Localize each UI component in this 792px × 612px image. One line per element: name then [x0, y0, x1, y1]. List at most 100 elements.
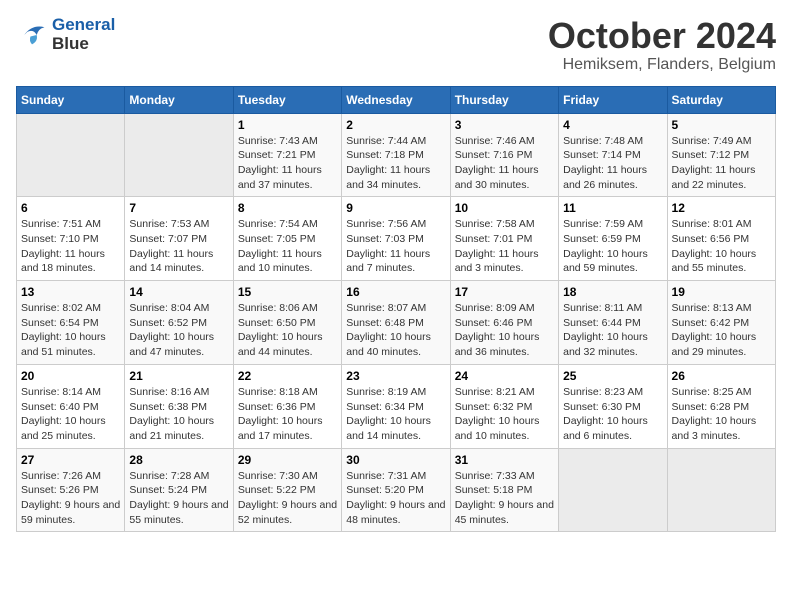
day-number: 14: [129, 285, 228, 299]
sunset-text: Sunset: 7:12 PM: [672, 148, 771, 163]
calendar-cell: 30Sunrise: 7:31 AMSunset: 5:20 PMDayligh…: [342, 448, 450, 532]
sunrise-text: Sunrise: 7:59 AM: [563, 217, 662, 232]
sunset-text: Sunset: 6:36 PM: [238, 400, 337, 415]
sunrise-text: Sunrise: 7:43 AM: [238, 134, 337, 149]
sunset-text: Sunset: 6:34 PM: [346, 400, 445, 415]
calendar-cell: 24Sunrise: 8:21 AMSunset: 6:32 PMDayligh…: [450, 364, 558, 448]
daylight-text: Daylight: 10 hours and 47 minutes.: [129, 330, 228, 359]
day-info: Sunrise: 8:21 AMSunset: 6:32 PMDaylight:…: [455, 385, 554, 444]
sunset-text: Sunset: 6:50 PM: [238, 316, 337, 331]
sunset-text: Sunset: 6:28 PM: [672, 400, 771, 415]
calendar-cell: 17Sunrise: 8:09 AMSunset: 6:46 PMDayligh…: [450, 281, 558, 365]
day-number: 20: [21, 369, 120, 383]
sunrise-text: Sunrise: 7:30 AM: [238, 469, 337, 484]
calendar-week-row: 20 Sunrise: 8:14 AMSunset: 6:40 PMDayligh…: [17, 364, 776, 448]
daylight-text: Daylight: 9 hours and 55 minutes.: [129, 498, 228, 527]
day-number: 9: [346, 201, 445, 215]
day-info: Sunrise: 8:04 AMSunset: 6:52 PMDaylight:…: [129, 301, 228, 360]
sunset-text: Sunset: 6:59 PM: [563, 232, 662, 247]
calendar-cell: 4Sunrise: 7:48 AMSunset: 7:14 PMDaylight…: [559, 113, 667, 197]
sunrise-text: Sunrise: 8:04 AM: [129, 301, 228, 316]
daylight-text: Daylight: 10 hours and 21 minutes.: [129, 414, 228, 443]
calendar-cell: 15Sunrise: 8:06 AMSunset: 6:50 PMDayligh…: [233, 281, 341, 365]
day-info: Sunrise: 8:11 AMSunset: 6:44 PMDaylight:…: [563, 301, 662, 360]
sunrise-text: Sunrise: 8:09 AM: [455, 301, 554, 316]
sunset-text: Sunset: 7:01 PM: [455, 232, 554, 247]
day-number: 6: [21, 201, 120, 215]
sunset-text: Sunset: 5:18 PM: [455, 483, 554, 498]
day-info: Sunrise: 7:59 AMSunset: 6:59 PMDaylight:…: [563, 217, 662, 276]
sunrise-text: Sunrise: 8:21 AM: [455, 385, 554, 400]
sunrise-text: Sunrise: 7:31 AM: [346, 469, 445, 484]
calendar-cell: 2Sunrise: 7:44 AMSunset: 7:18 PMDaylight…: [342, 113, 450, 197]
sunrise-text: Sunrise: 7:53 AM: [129, 217, 228, 232]
sunrise-text: Sunrise: 8:02 AM: [21, 301, 120, 316]
logo-icon: [16, 21, 48, 49]
calendar-week-row: 13Sunrise: 8:02 AMSunset: 6:54 PMDayligh…: [17, 281, 776, 365]
day-number: 11: [563, 201, 662, 215]
sunrise-text: Sunrise: 8:19 AM: [346, 385, 445, 400]
day-number: 13: [21, 285, 120, 299]
daylight-text: Daylight: 9 hours and 45 minutes.: [455, 498, 554, 527]
day-number: 8: [238, 201, 337, 215]
column-header-tuesday: Tuesday: [233, 86, 341, 113]
day-info: Sunrise: 8:14 AMSunset: 6:40 PMDaylight:…: [21, 385, 120, 444]
header: General Blue October 2024 Hemiksem, Flan…: [16, 16, 776, 74]
calendar-cell: 28Sunrise: 7:28 AMSunset: 5:24 PMDayligh…: [125, 448, 233, 532]
sunset-text: Sunset: 7:03 PM: [346, 232, 445, 247]
sunrise-text: Sunrise: 8:06 AM: [238, 301, 337, 316]
day-info: Sunrise: 7:46 AMSunset: 7:16 PMDaylight:…: [455, 134, 554, 193]
day-info: Sunrise: 7:28 AMSunset: 5:24 PMDaylight:…: [129, 469, 228, 528]
day-info: Sunrise: 8:09 AMSunset: 6:46 PMDaylight:…: [455, 301, 554, 360]
daylight-text: Daylight: 9 hours and 59 minutes.: [21, 498, 120, 527]
sunset-text: Sunset: 5:20 PM: [346, 483, 445, 498]
daylight-text: Daylight: 11 hours and 37 minutes.: [238, 163, 337, 192]
day-number: 1: [238, 118, 337, 132]
calendar-week-row: 1Sunrise: 7:43 AMSunset: 7:21 PMDaylight…: [17, 113, 776, 197]
calendar-cell: 14 Sunrise: 8:04 AMSunset: 6:52 PMDayligh…: [125, 281, 233, 365]
calendar-cell: 10Sunrise: 7:58 AMSunset: 7:01 PMDayligh…: [450, 197, 558, 281]
location-subtitle: Hemiksem, Flanders, Belgium: [548, 56, 776, 74]
column-header-thursday: Thursday: [450, 86, 558, 113]
day-number: 29: [238, 453, 337, 467]
calendar-cell: 5Sunrise: 7:49 AMSunset: 7:12 PMDaylight…: [667, 113, 775, 197]
day-number: 19: [672, 285, 771, 299]
sunrise-text: Sunrise: 7:54 AM: [238, 217, 337, 232]
calendar-cell: 27Sunrise: 7:26 AMSunset: 5:26 PMDayligh…: [17, 448, 125, 532]
calendar-cell: 20 Sunrise: 8:14 AMSunset: 6:40 PMDayligh…: [17, 364, 125, 448]
sunrise-text: Sunrise: 7:48 AM: [563, 134, 662, 149]
sunset-text: Sunset: 7:05 PM: [238, 232, 337, 247]
daylight-text: Daylight: 11 hours and 26 minutes.: [563, 163, 662, 192]
sunrise-text: Sunrise: 8:01 AM: [672, 217, 771, 232]
day-number: 22: [238, 369, 337, 383]
daylight-text: Daylight: 9 hours and 52 minutes.: [238, 498, 337, 527]
daylight-text: Daylight: 10 hours and 59 minutes.: [563, 247, 662, 276]
day-info: Sunrise: 8:23 AMSunset: 6:30 PMDaylight:…: [563, 385, 662, 444]
sunset-text: Sunset: 7:07 PM: [129, 232, 228, 247]
day-number: 25: [563, 369, 662, 383]
sunrise-text: Sunrise: 7:26 AM: [21, 469, 120, 484]
daylight-text: Daylight: 10 hours and 44 minutes.: [238, 330, 337, 359]
daylight-text: Daylight: 10 hours and 32 minutes.: [563, 330, 662, 359]
column-header-sunday: Sunday: [17, 86, 125, 113]
daylight-text: Daylight: 10 hours and 36 minutes.: [455, 330, 554, 359]
day-info: Sunrise: 7:30 AMSunset: 5:22 PMDaylight:…: [238, 469, 337, 528]
daylight-text: Daylight: 10 hours and 55 minutes.: [672, 247, 771, 276]
sunset-text: Sunset: 7:16 PM: [455, 148, 554, 163]
calendar-cell: 8 Sunrise: 7:54 AMSunset: 7:05 PMDaylight…: [233, 197, 341, 281]
day-number: 26: [672, 369, 771, 383]
daylight-text: Daylight: 11 hours and 7 minutes.: [346, 247, 445, 276]
calendar-cell: [559, 448, 667, 532]
daylight-text: Daylight: 11 hours and 18 minutes.: [21, 247, 120, 276]
calendar-table: SundayMondayTuesdayWednesdayThursdayFrid…: [16, 86, 776, 533]
calendar-cell: 12Sunrise: 8:01 AMSunset: 6:56 PMDayligh…: [667, 197, 775, 281]
day-info: Sunrise: 8:18 AMSunset: 6:36 PMDaylight:…: [238, 385, 337, 444]
daylight-text: Daylight: 10 hours and 40 minutes.: [346, 330, 445, 359]
daylight-text: Daylight: 11 hours and 10 minutes.: [238, 247, 337, 276]
day-number: 23: [346, 369, 445, 383]
sunset-text: Sunset: 6:48 PM: [346, 316, 445, 331]
daylight-text: Daylight: 10 hours and 3 minutes.: [672, 414, 771, 443]
day-info: Sunrise: 7:53 AMSunset: 7:07 PMDaylight:…: [129, 217, 228, 276]
day-number: 16: [346, 285, 445, 299]
day-info: Sunrise: 7:26 AMSunset: 5:26 PMDaylight:…: [21, 469, 120, 528]
